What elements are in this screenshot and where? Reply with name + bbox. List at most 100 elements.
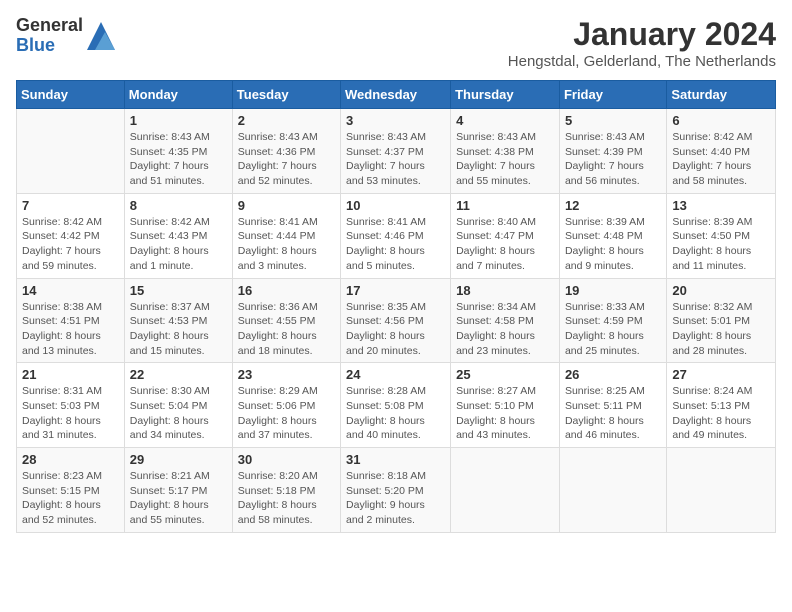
calendar-day-cell: 4 Sunrise: 8:43 AMSunset: 4:38 PMDaylight… xyxy=(451,109,560,194)
day-detail: Sunrise: 8:20 AMSunset: 5:18 PMDaylight:… xyxy=(238,469,335,528)
day-detail: Sunrise: 8:43 AMSunset: 4:38 PMDaylight:… xyxy=(456,130,554,189)
calendar-day-cell: 13 Sunrise: 8:39 AMSunset: 4:50 PMDayligh… xyxy=(667,193,776,278)
calendar-day-cell: 26 Sunrise: 8:25 AMSunset: 5:11 PMDayligh… xyxy=(559,363,666,448)
day-detail: Sunrise: 8:31 AMSunset: 5:03 PMDaylight:… xyxy=(22,384,119,443)
day-detail: Sunrise: 8:39 AMSunset: 4:50 PMDaylight:… xyxy=(672,215,770,274)
day-number: 11 xyxy=(456,198,554,213)
day-number: 12 xyxy=(565,198,661,213)
calendar-header: SundayMondayTuesdayWednesdayThursdayFrid… xyxy=(17,81,776,109)
calendar-day-cell: 17Sunrise: 8:35 AMSunset: 4:56 PMDayligh… xyxy=(341,278,451,363)
page-header: General Blue January 2024 Hengstdal, Gel… xyxy=(16,16,776,70)
day-number: 27 xyxy=(672,367,770,382)
weekday-header: Wednesday xyxy=(341,81,451,109)
calendar-day-cell xyxy=(451,448,560,533)
day-number: 15 xyxy=(130,283,227,298)
day-number: 7 xyxy=(22,198,119,213)
logo: General Blue xyxy=(16,16,115,56)
calendar-day-cell: 2Sunrise: 8:43 AMSunset: 4:36 PMDaylight… xyxy=(232,109,340,194)
calendar-week-row: 28 Sunrise: 8:23 AMSunset: 5:15 PMDayligh… xyxy=(17,448,776,533)
day-detail: Sunrise: 8:37 AMSunset: 4:53 PMDaylight:… xyxy=(130,300,227,359)
calendar-day-cell: 27 Sunrise: 8:24 AMSunset: 5:13 PMDayligh… xyxy=(667,363,776,448)
weekday-header: Friday xyxy=(559,81,666,109)
weekday-row: SundayMondayTuesdayWednesdayThursdayFrid… xyxy=(17,81,776,109)
weekday-header: Thursday xyxy=(451,81,560,109)
calendar-day-cell: 30 Sunrise: 8:20 AMSunset: 5:18 PMDayligh… xyxy=(232,448,340,533)
calendar-body: 1 Sunrise: 8:43 AMSunset: 4:35 PMDaylight… xyxy=(17,109,776,533)
day-detail: Sunrise: 8:43 AMSunset: 4:37 PMDaylight:… xyxy=(346,130,445,189)
calendar-day-cell: 16Sunrise: 8:36 AMSunset: 4:55 PMDayligh… xyxy=(232,278,340,363)
day-detail: Sunrise: 8:28 AMSunset: 5:08 PMDaylight:… xyxy=(346,384,445,443)
day-number: 10 xyxy=(346,198,445,213)
day-detail: Sunrise: 8:24 AMSunset: 5:13 PMDaylight:… xyxy=(672,384,770,443)
month-title: January 2024 xyxy=(508,16,776,53)
calendar-day-cell: 28 Sunrise: 8:23 AMSunset: 5:15 PMDayligh… xyxy=(17,448,125,533)
calendar-day-cell: 25 Sunrise: 8:27 AMSunset: 5:10 PMDayligh… xyxy=(451,363,560,448)
day-detail: Sunrise: 8:35 AMSunset: 4:56 PMDaylight:… xyxy=(346,300,445,359)
calendar-day-cell: 22 Sunrise: 8:30 AMSunset: 5:04 PMDayligh… xyxy=(124,363,232,448)
calendar-day-cell: 8 Sunrise: 8:42 AMSunset: 4:43 PMDaylight… xyxy=(124,193,232,278)
day-detail: Sunrise: 8:41 AMSunset: 4:46 PMDaylight:… xyxy=(346,215,445,274)
location-title: Hengstdal, Gelderland, The Netherlands xyxy=(508,53,776,70)
day-number: 23 xyxy=(238,367,335,382)
calendar-day-cell: 19 Sunrise: 8:33 AMSunset: 4:59 PMDayligh… xyxy=(559,278,666,363)
day-number: 4 xyxy=(456,113,554,128)
calendar-day-cell: 24 Sunrise: 8:28 AMSunset: 5:08 PMDayligh… xyxy=(341,363,451,448)
day-detail: Sunrise: 8:42 AMSunset: 4:40 PMDaylight:… xyxy=(672,130,770,189)
day-number: 13 xyxy=(672,198,770,213)
calendar-week-row: 21 Sunrise: 8:31 AMSunset: 5:03 PMDayligh… xyxy=(17,363,776,448)
calendar-week-row: 1 Sunrise: 8:43 AMSunset: 4:35 PMDaylight… xyxy=(17,109,776,194)
day-number: 20 xyxy=(672,283,770,298)
day-number: 8 xyxy=(130,198,227,213)
day-number: 25 xyxy=(456,367,554,382)
day-detail: Sunrise: 8:30 AMSunset: 5:04 PMDaylight:… xyxy=(130,384,227,443)
day-number: 30 xyxy=(238,452,335,467)
logo-icon xyxy=(87,22,115,50)
calendar-week-row: 14 Sunrise: 8:38 AMSunset: 4:51 PMDayligh… xyxy=(17,278,776,363)
day-detail: Sunrise: 8:27 AMSunset: 5:10 PMDaylight:… xyxy=(456,384,554,443)
weekday-header: Sunday xyxy=(17,81,125,109)
calendar-day-cell: 15 Sunrise: 8:37 AMSunset: 4:53 PMDayligh… xyxy=(124,278,232,363)
day-detail: Sunrise: 8:21 AMSunset: 5:17 PMDaylight:… xyxy=(130,469,227,528)
calendar-day-cell xyxy=(559,448,666,533)
day-number: 5 xyxy=(565,113,661,128)
calendar-day-cell: 21 Sunrise: 8:31 AMSunset: 5:03 PMDayligh… xyxy=(17,363,125,448)
calendar-day-cell: 3Sunrise: 8:43 AMSunset: 4:37 PMDaylight… xyxy=(341,109,451,194)
calendar-day-cell: 23Sunrise: 8:29 AMSunset: 5:06 PMDayligh… xyxy=(232,363,340,448)
weekday-header: Monday xyxy=(124,81,232,109)
calendar-day-cell: 7 Sunrise: 8:42 AMSunset: 4:42 PMDaylight… xyxy=(17,193,125,278)
calendar-day-cell: 31Sunrise: 8:18 AMSunset: 5:20 PMDayligh… xyxy=(341,448,451,533)
day-detail: Sunrise: 8:43 AMSunset: 4:35 PMDaylight:… xyxy=(130,130,227,189)
calendar-day-cell: 29 Sunrise: 8:21 AMSunset: 5:17 PMDayligh… xyxy=(124,448,232,533)
day-number: 26 xyxy=(565,367,661,382)
day-number: 28 xyxy=(22,452,119,467)
day-number: 14 xyxy=(22,283,119,298)
calendar-day-cell: 20Sunrise: 8:32 AMSunset: 5:01 PMDayligh… xyxy=(667,278,776,363)
day-detail: Sunrise: 8:23 AMSunset: 5:15 PMDaylight:… xyxy=(22,469,119,528)
day-number: 16 xyxy=(238,283,335,298)
day-detail: Sunrise: 8:43 AMSunset: 4:39 PMDaylight:… xyxy=(565,130,661,189)
day-number: 1 xyxy=(130,113,227,128)
logo-blue: Blue xyxy=(16,36,83,56)
day-detail: Sunrise: 8:42 AMSunset: 4:42 PMDaylight:… xyxy=(22,215,119,274)
day-number: 19 xyxy=(565,283,661,298)
day-detail: Sunrise: 8:38 AMSunset: 4:51 PMDaylight:… xyxy=(22,300,119,359)
day-number: 24 xyxy=(346,367,445,382)
calendar-day-cell: 6 Sunrise: 8:42 AMSunset: 4:40 PMDaylight… xyxy=(667,109,776,194)
calendar-day-cell: 14 Sunrise: 8:38 AMSunset: 4:51 PMDayligh… xyxy=(17,278,125,363)
calendar-day-cell xyxy=(667,448,776,533)
day-detail: Sunrise: 8:34 AMSunset: 4:58 PMDaylight:… xyxy=(456,300,554,359)
title-block: January 2024 Hengstdal, Gelderland, The … xyxy=(508,16,776,70)
day-detail: Sunrise: 8:33 AMSunset: 4:59 PMDaylight:… xyxy=(565,300,661,359)
day-number: 6 xyxy=(672,113,770,128)
day-detail: Sunrise: 8:25 AMSunset: 5:11 PMDaylight:… xyxy=(565,384,661,443)
calendar-day-cell: 12Sunrise: 8:39 AMSunset: 4:48 PMDayligh… xyxy=(559,193,666,278)
calendar-week-row: 7 Sunrise: 8:42 AMSunset: 4:42 PMDaylight… xyxy=(17,193,776,278)
calendar-day-cell: 10 Sunrise: 8:41 AMSunset: 4:46 PMDayligh… xyxy=(341,193,451,278)
calendar-day-cell: 5 Sunrise: 8:43 AMSunset: 4:39 PMDaylight… xyxy=(559,109,666,194)
day-number: 22 xyxy=(130,367,227,382)
day-detail: Sunrise: 8:42 AMSunset: 4:43 PMDaylight:… xyxy=(130,215,227,274)
day-number: 29 xyxy=(130,452,227,467)
day-number: 21 xyxy=(22,367,119,382)
calendar-day-cell: 9Sunrise: 8:41 AMSunset: 4:44 PMDaylight… xyxy=(232,193,340,278)
logo-general: General xyxy=(16,16,83,36)
